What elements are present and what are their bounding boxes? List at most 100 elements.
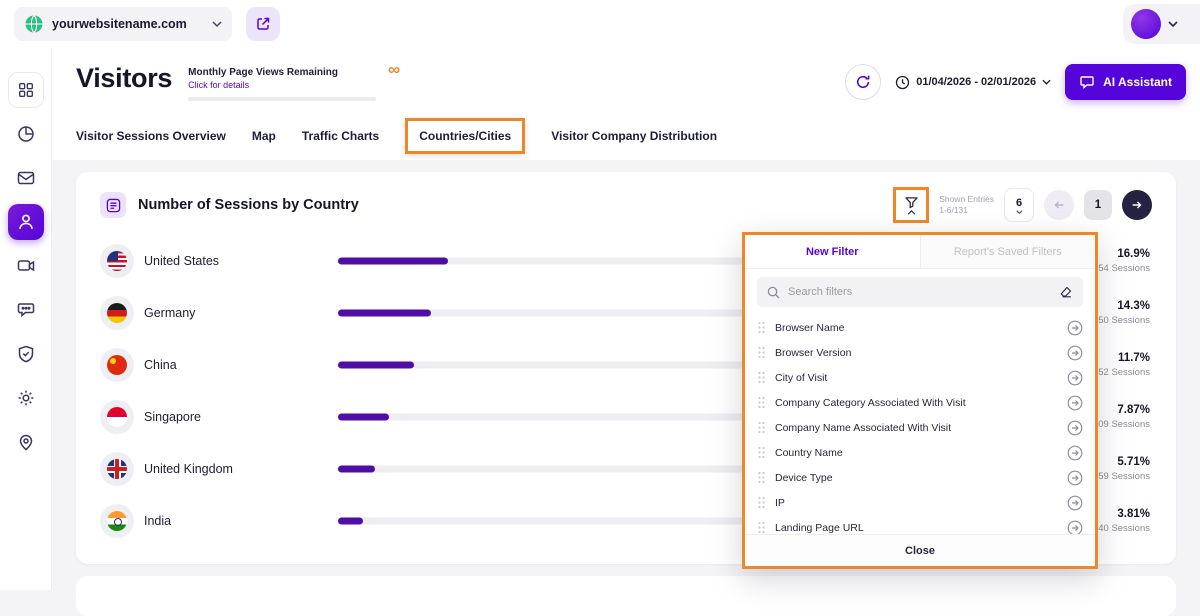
- drag-handle-icon: [757, 346, 766, 359]
- sessions-value: 50 Sessions: [1098, 314, 1150, 327]
- tab-countries-cities[interactable]: Countries/Cities: [405, 118, 525, 154]
- open-website-button[interactable]: [246, 7, 280, 41]
- sidebar-item-support[interactable]: [8, 424, 44, 460]
- previous-page-button[interactable]: [1044, 190, 1074, 220]
- sessions-value: 09 Sessions: [1098, 418, 1150, 431]
- drag-handle-icon: [757, 371, 766, 384]
- sidebar-item-recordings[interactable]: [8, 248, 44, 284]
- filter-option-device-type[interactable]: Device Type: [745, 465, 1095, 490]
- session-bar: [338, 466, 375, 473]
- filter-option-label: Company Category Associated With Visit: [775, 397, 1058, 409]
- quota-details-link[interactable]: Click for details: [188, 80, 376, 90]
- arrow-right-circle-icon[interactable]: [1067, 320, 1083, 336]
- arrow-right-circle-icon[interactable]: [1067, 345, 1083, 361]
- filter-options-list: Browser Name Browser Version City of Vis…: [745, 315, 1095, 534]
- sidebar-item-visitors[interactable]: [8, 204, 44, 240]
- sidebar-item-privacy[interactable]: [8, 336, 44, 372]
- filter-option-company-name[interactable]: Company Name Associated With Visit: [745, 415, 1095, 440]
- page-size-select[interactable]: 6: [1004, 188, 1034, 222]
- country-name: Germany: [144, 306, 195, 320]
- drag-handle-icon: [757, 396, 766, 409]
- country-values: 5.71% 59 Sessions: [1098, 455, 1150, 483]
- visitors-icon: [16, 212, 36, 232]
- tab-new-filter[interactable]: New Filter: [745, 235, 921, 268]
- filter-search: [757, 277, 1083, 307]
- filter-option-landing-page-url[interactable]: Landing Page URL: [745, 515, 1095, 534]
- percent-value: 5.71%: [1098, 455, 1150, 471]
- arrow-right-circle-icon[interactable]: [1067, 420, 1083, 436]
- filter-option-country-name[interactable]: Country Name: [745, 440, 1095, 465]
- sidebar-item-settings[interactable]: [8, 380, 44, 416]
- arrow-right-circle-icon[interactable]: [1067, 395, 1083, 411]
- page-views-quota[interactable]: Monthly Page Views Remaining Click for d…: [188, 64, 376, 101]
- sidebar-item-campaigns[interactable]: [8, 160, 44, 196]
- arrow-right-circle-icon[interactable]: [1067, 470, 1083, 486]
- main-sidebar: [0, 48, 52, 590]
- arrow-right-circle-icon[interactable]: [1067, 445, 1083, 461]
- filter-option-label: Browser Name: [775, 322, 1058, 334]
- country-name: India: [144, 514, 171, 528]
- account-menu[interactable]: [1123, 4, 1200, 44]
- refresh-icon: [855, 74, 871, 90]
- percent-value: 7.87%: [1098, 403, 1150, 419]
- sidebar-item-statistics[interactable]: [8, 116, 44, 152]
- tab-visitor-sessions-overview[interactable]: Visitor Sessions Overview: [76, 129, 226, 143]
- filter-option-ip[interactable]: IP: [745, 490, 1095, 515]
- avatar: [1131, 9, 1161, 39]
- refresh-button[interactable]: [845, 64, 881, 100]
- filter-search-input[interactable]: [788, 286, 1051, 298]
- sessions-value: 59 Sessions: [1098, 470, 1150, 483]
- filter-option-company-category[interactable]: Company Category Associated With Visit: [745, 390, 1095, 415]
- country-values: 16.9% 54 Sessions: [1098, 247, 1150, 275]
- filter-option-browser-name[interactable]: Browser Name: [745, 315, 1095, 340]
- current-page-indicator[interactable]: 1: [1084, 190, 1112, 220]
- clock-icon: [895, 75, 910, 90]
- ai-assistant-label: AI Assistant: [1103, 75, 1172, 89]
- report-chart-icon: [100, 192, 126, 218]
- quota-infinity-value: ∞: [388, 60, 400, 80]
- country-name: China: [144, 358, 177, 372]
- filter-option-label: IP: [775, 497, 1058, 509]
- tab-traffic-charts[interactable]: Traffic Charts: [302, 129, 379, 143]
- sidebar-item-feedback[interactable]: [8, 292, 44, 328]
- website-selector[interactable]: yourwebsitename.com: [14, 7, 232, 41]
- close-button[interactable]: Close: [745, 534, 1095, 566]
- ai-assistant-button[interactable]: AI Assistant: [1065, 64, 1186, 100]
- eraser-icon[interactable]: [1059, 285, 1073, 299]
- flag-united-kingdom-icon: [100, 452, 134, 486]
- drag-handle-icon: [757, 471, 766, 484]
- session-bar: [338, 310, 431, 317]
- dashboard-icon: [17, 81, 35, 99]
- session-bar: [338, 518, 363, 525]
- shield-icon: [16, 344, 36, 364]
- next-page-button[interactable]: [1122, 190, 1152, 220]
- filter-option-city-of-visit[interactable]: City of Visit: [745, 365, 1095, 390]
- chevron-up-icon: [907, 210, 916, 215]
- flag-china-icon: [100, 348, 134, 382]
- country-values: 3.81% 40 Sessions: [1098, 507, 1150, 535]
- date-range-picker[interactable]: 01/04/2026 - 02/01/2026: [891, 75, 1055, 90]
- chevron-down-icon: [1168, 21, 1178, 27]
- tab-saved-filters[interactable]: Report's Saved Filters: [921, 235, 1096, 268]
- filter-option-browser-version[interactable]: Browser Version: [745, 340, 1095, 365]
- filter-button[interactable]: [893, 187, 929, 223]
- arrow-right-circle-icon[interactable]: [1067, 370, 1083, 386]
- tab-visitor-company-distribution[interactable]: Visitor Company Distribution: [551, 129, 717, 143]
- percent-value: 3.81%: [1098, 507, 1150, 523]
- search-icon: [767, 286, 780, 299]
- filter-option-label: Company Name Associated With Visit: [775, 422, 1058, 434]
- external-link-icon: [255, 16, 271, 32]
- pie-chart-icon: [16, 124, 36, 144]
- filter-option-label: Device Type: [775, 472, 1058, 484]
- top-bar: yourwebsitename.com: [0, 0, 1200, 48]
- tab-map[interactable]: Map: [252, 129, 276, 143]
- shown-entries-range: 1-6/131: [939, 205, 994, 216]
- drag-handle-icon: [757, 321, 766, 334]
- arrow-right-circle-icon[interactable]: [1067, 520, 1083, 535]
- sidebar-item-dashboard[interactable]: [8, 72, 44, 108]
- drag-handle-icon: [757, 446, 766, 459]
- country-values: 14.3% 50 Sessions: [1098, 299, 1150, 327]
- shown-entries-label: Shown Entries: [939, 194, 994, 205]
- sessions-value: 40 Sessions: [1098, 522, 1150, 535]
- arrow-right-circle-icon[interactable]: [1067, 495, 1083, 511]
